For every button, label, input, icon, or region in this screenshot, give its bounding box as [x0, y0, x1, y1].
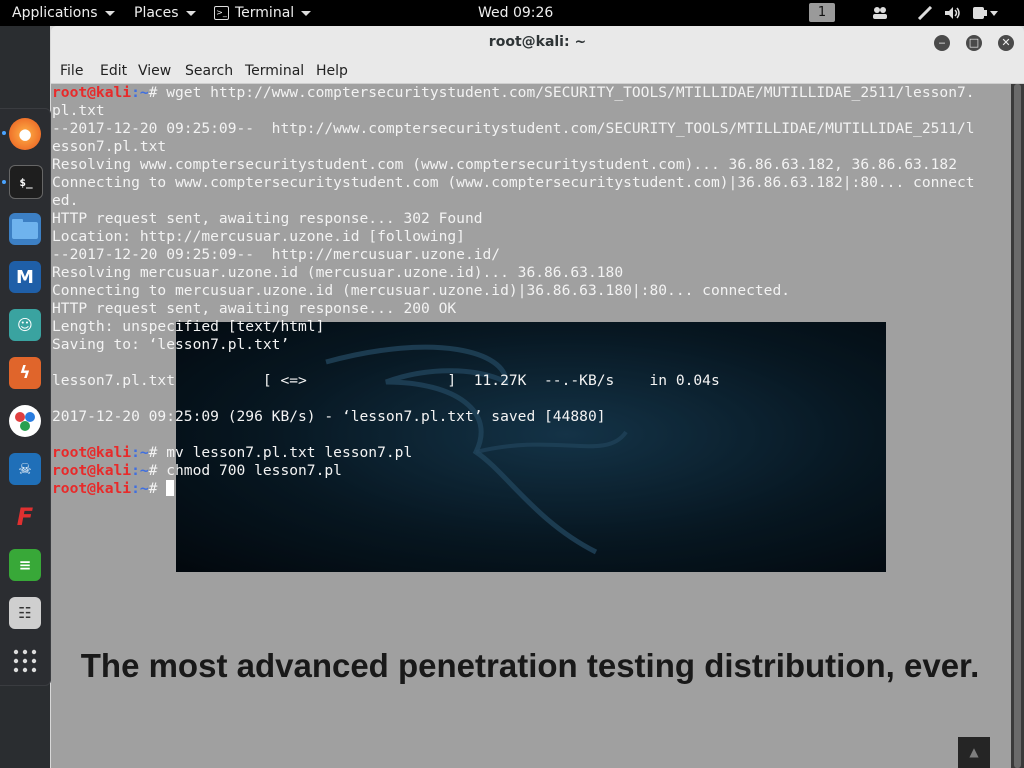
- close-button[interactable]: ✕: [998, 35, 1014, 51]
- burpsuite-icon[interactable]: ϟ: [9, 357, 41, 389]
- running-indicator: [2, 180, 6, 184]
- maltego-icon[interactable]: [9, 405, 41, 437]
- title-bar[interactable]: root@kali: ~ ‒ □ ✕: [51, 26, 1024, 59]
- running-indicator: [2, 131, 6, 135]
- chevron-down-icon: [185, 10, 196, 16]
- prompt-user: root@kali: [52, 84, 132, 101]
- text-cursor: [166, 480, 175, 496]
- menu-view[interactable]: View: [138, 59, 171, 83]
- menu-file[interactable]: File: [60, 59, 83, 83]
- applications-label: Applications: [12, 5, 98, 21]
- terminal-small-icon: >_: [214, 6, 229, 20]
- window-title: root@kali: ~: [488, 34, 587, 50]
- menu-edit[interactable]: Edit: [100, 59, 127, 83]
- terminal-label: Terminal: [235, 5, 295, 21]
- metasploit-icon[interactable]: M: [9, 261, 41, 293]
- maximize-button[interactable]: □: [966, 35, 982, 51]
- files-icon[interactable]: [9, 213, 41, 245]
- menu-bar: File Edit View Search Terminal Help: [51, 59, 1024, 84]
- clock[interactable]: Wed 09:26: [478, 0, 553, 26]
- prompt-user: root@kali: [52, 462, 132, 479]
- terminal-text: root@kali:~# wget http://www.comptersecu…: [52, 84, 975, 497]
- prompt-path: :~: [131, 444, 149, 461]
- terminal-output-area[interactable]: root@kali:~# wget http://www.comptersecu…: [51, 84, 1011, 768]
- chevron-down-icon: [301, 10, 312, 16]
- firefox-icon[interactable]: ●: [9, 118, 41, 150]
- places-menu[interactable]: Places: [134, 0, 196, 26]
- prompt-user: root@kali: [52, 444, 132, 461]
- scrollbar[interactable]: [1011, 84, 1024, 768]
- beef-icon[interactable]: ☠: [9, 453, 41, 485]
- faraday-icon[interactable]: F: [9, 501, 41, 533]
- prompt-path: :~: [131, 480, 149, 497]
- chevron-down-icon: [104, 10, 115, 16]
- leafpad-icon[interactable]: ≡: [9, 549, 41, 581]
- volume-icon[interactable]: [944, 6, 962, 24]
- network-icon[interactable]: [917, 5, 933, 24]
- people-icon[interactable]: [872, 6, 888, 24]
- workspace-indicator[interactable]: 1: [809, 3, 835, 22]
- cherrytree-icon[interactable]: ☷: [9, 597, 41, 629]
- prompt-user: root@kali: [52, 480, 132, 497]
- menu-help[interactable]: Help: [316, 59, 348, 83]
- power-icon[interactable]: [972, 6, 1000, 24]
- menu-terminal[interactable]: Terminal: [245, 59, 304, 83]
- applications-menu[interactable]: Applications: [12, 0, 115, 26]
- terminal-app-menu[interactable]: >_ Terminal: [214, 0, 312, 26]
- scrollbar-thumb[interactable]: [1014, 84, 1021, 768]
- prompt-path: :~: [131, 84, 149, 101]
- minimize-button[interactable]: ‒: [934, 35, 950, 51]
- top-panel: Applications Places >_ Terminal Wed 09:26…: [0, 0, 1024, 26]
- dock: ● $_ M ☺ ϟ ☠ F ≡ ☷: [0, 108, 51, 686]
- prompt-path: :~: [131, 462, 149, 479]
- terminal-icon[interactable]: $_: [9, 165, 43, 199]
- show-apps-icon[interactable]: [9, 645, 41, 677]
- terminal-window: root@kali: ~ ‒ □ ✕ File Edit View Search…: [51, 26, 1024, 768]
- menu-search[interactable]: Search: [185, 59, 233, 83]
- places-label: Places: [134, 5, 179, 21]
- armitage-icon[interactable]: ☺: [9, 309, 41, 341]
